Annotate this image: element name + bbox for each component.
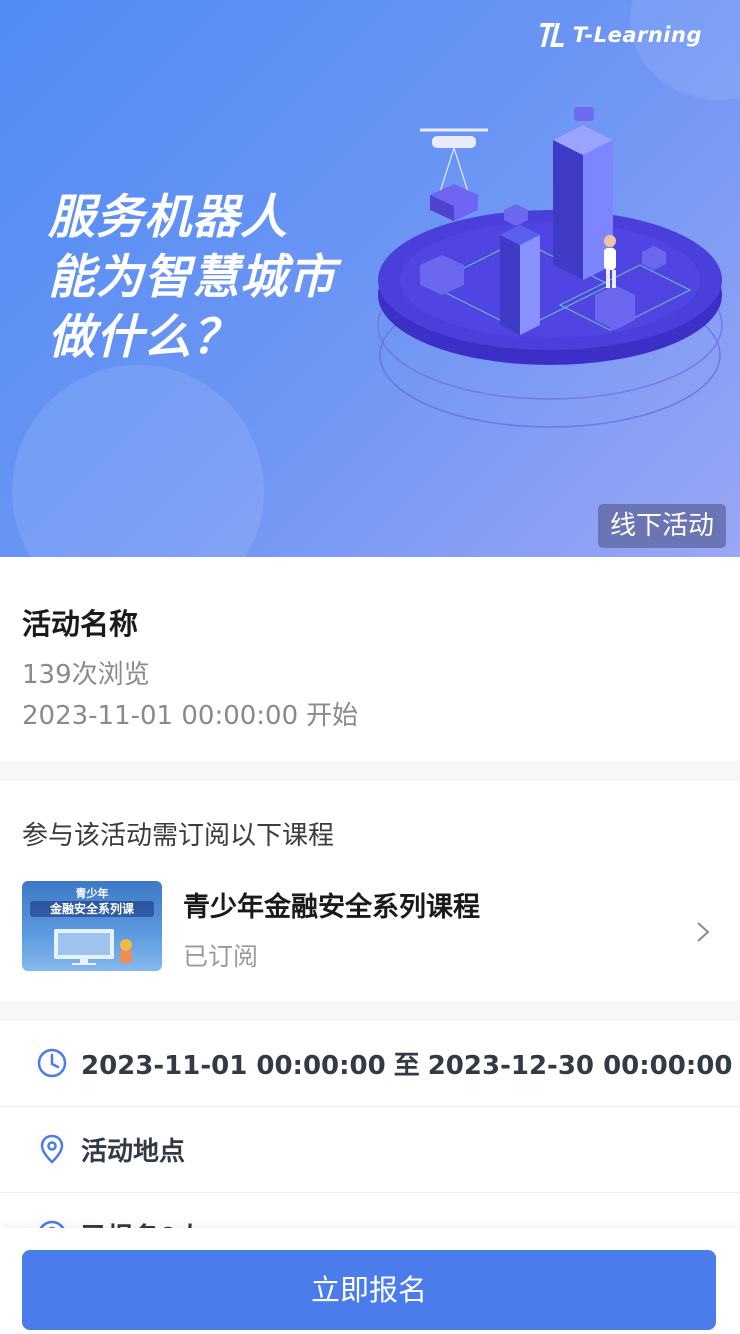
course-thumbnail: 青少年 金融安全系列课 [22,881,162,971]
location-pin-icon [40,1134,64,1164]
start-time: 2023-11-01 00:00:00 开始 [22,695,358,732]
course-title: 青少年金融安全系列课程 [183,892,480,923]
course-requirement-hint: 参与该活动需订阅以下课程 [22,821,335,851]
start-datetime: 2023-11-01 00:00:00 [22,701,299,731]
signup-button[interactable]: 立即报名 [22,1250,716,1330]
brand-mark-icon [539,23,564,47]
event-info: 活动名称 139次浏览 2023-11-01 00:00:00 开始 [0,557,740,761]
event-title: 活动名称 [22,607,139,641]
thumbnail-illustration [54,929,132,965]
view-count: 139次浏览 [22,660,150,690]
event-time-range: 2023-11-01 00:00:00 至 2023-12-30 00:00:00 [81,1045,732,1082]
course-row[interactable]: 青少年 金融安全系列课 青少年金融安全系列课程 已订阅 [0,877,740,973]
headline-line: 做什么？ [48,310,240,365]
activity-type-tag: 线下活动 [597,504,726,548]
time-from: 2023-11-01 00:00:00 [81,1051,386,1081]
headline-line: 服务机器人 [48,190,288,245]
section-divider [0,1001,740,1021]
brand-name: T-Learning [572,23,702,47]
smart-city-illustration [377,107,723,428]
required-course-section: 参与该活动需订阅以下课程 青少年 金融安全系列课 青少年金融安全系列课程 已订阅 [0,781,740,1001]
thumbnail-text-main: 金融安全系列课 [30,901,154,917]
headline-line: 能为智慧城市 [48,250,336,305]
decor-circle [12,365,264,557]
section-divider [0,761,740,781]
bottom-action-bar: 立即报名 [0,1228,740,1334]
subscription-status: 已订阅 [183,942,259,971]
clock-icon [37,1048,67,1078]
event-location: 活动地点 [81,1137,186,1167]
brand-logo: T-Learning [539,18,702,52]
time-to: 2023-12-30 00:00:00 [427,1051,733,1081]
event-banner: T-Learning 服务机器人 能为智慧城市 做什么？ 线下活动 [0,0,740,557]
time-separator: 至 [393,1051,420,1081]
event-time-row: 2023-11-01 00:00:00 至 2023-12-30 00:00:00 [0,1021,740,1107]
start-suffix: 开始 [306,701,359,731]
chevron-right-icon [697,922,710,942]
banner-headline: 服务机器人 能为智慧城市 做什么？ [48,188,336,368]
event-location-row[interactable]: 活动地点 [0,1107,740,1193]
thumbnail-text-top: 青少年 [75,887,109,900]
